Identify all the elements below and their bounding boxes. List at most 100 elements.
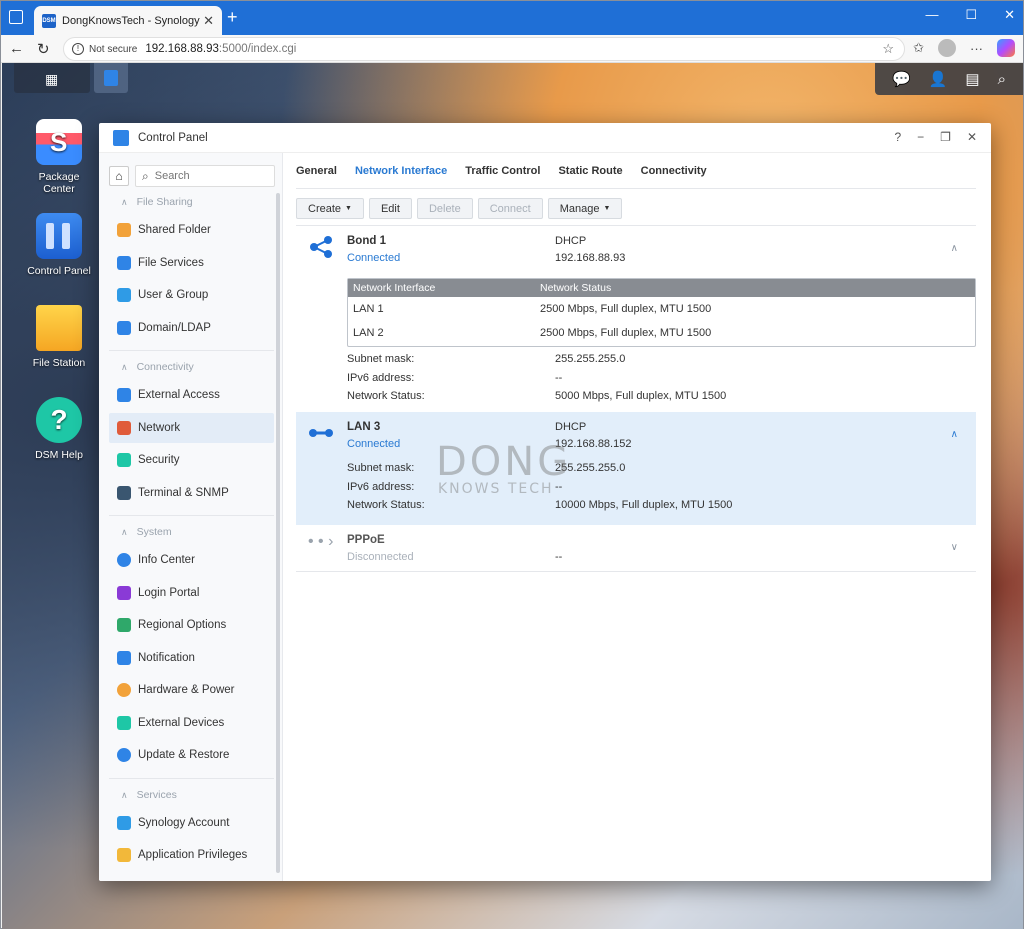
tab-actions-icon[interactable] (9, 10, 23, 24)
regional-icon (117, 618, 131, 632)
window-controls: — ☐ ✕ (925, 7, 1015, 23)
sidebar-item-application-privileges[interactable]: Application Privileges (109, 840, 274, 870)
taskbar-control-panel[interactable] (94, 63, 128, 93)
minimize-icon[interactable]: − (917, 130, 924, 144)
interface-row-bond1[interactable]: Bond 1 Connected DHCP 192.168.88.93 ∧ Ne… (296, 226, 976, 412)
new-tab-icon[interactable]: + (227, 7, 238, 28)
more-icon[interactable]: ··· (970, 41, 983, 56)
create-button[interactable]: Create ▼ (296, 198, 364, 219)
sidebar-item-label: External Devices (138, 717, 225, 729)
sidebar-item-domain-ldap[interactable]: Domain/LDAP (109, 313, 274, 343)
sidebar-item-external-access[interactable]: External Access (109, 380, 274, 410)
tab-static-route[interactable]: Static Route (558, 165, 622, 177)
sidebar-item-shared-folder[interactable]: Shared Folder (109, 215, 274, 245)
connect-button[interactable]: Connect (477, 198, 543, 219)
chevron-down-icon[interactable]: ∨ (951, 542, 958, 553)
desktop-icon-dsm-help[interactable]: ? DSM Help (19, 397, 99, 461)
sidebar-item-network[interactable]: Network (109, 413, 274, 443)
address-bar[interactable]: ! Not secure 192.168.88.93:5000/index.cg… (63, 37, 905, 61)
help-icon[interactable]: ? (894, 130, 901, 144)
section-system[interactable]: ∧ System (99, 521, 275, 543)
desktop-icon-control-panel[interactable]: Control Panel (19, 213, 99, 277)
table-row[interactable]: LAN 1 2500 Mbps, Full duplex, MTU 1500 (348, 297, 975, 321)
sidebar-item-synology-account[interactable]: Synology Account (109, 808, 274, 838)
delete-button[interactable]: Delete (416, 198, 473, 219)
file-station-icon (36, 305, 82, 351)
section-file-sharing[interactable]: ∧ File Sharing (99, 191, 275, 213)
sidebar-item-file-services[interactable]: File Services (109, 248, 274, 278)
search-input[interactable] (154, 170, 255, 182)
sidebar-item-login-portal[interactable]: Login Portal (109, 578, 274, 608)
sidebar-item-security[interactable]: Security (109, 445, 274, 475)
tab-network-interface[interactable]: Network Interface (355, 165, 447, 177)
window-titlebar[interactable]: Control Panel (99, 123, 991, 153)
notification-icon (117, 651, 131, 665)
folder-icon (117, 223, 131, 237)
minimize-icon[interactable]: — (925, 7, 938, 23)
sidebar-item-label: Info Center (138, 554, 195, 566)
sidebar-item-hardware-power[interactable]: Hardware & Power (109, 675, 274, 705)
sidebar-item-terminal-snmp[interactable]: Terminal & SNMP (109, 478, 274, 508)
sidebar-item-notification[interactable]: Notification (109, 643, 274, 673)
network-status-value: 5000 Mbps, Full duplex, MTU 1500 (555, 390, 727, 402)
sidebar-scrollbar[interactable] (276, 193, 280, 873)
control-panel-mini-icon (104, 70, 118, 86)
close-icon[interactable]: ✕ (1004, 7, 1015, 23)
browser-tab[interactable]: DSM DongKnowsTech - Synology NAS ✕ (34, 6, 222, 35)
favorite-star-icon[interactable]: ☆ (882, 41, 894, 57)
close-icon[interactable]: ✕ (967, 130, 977, 144)
desktop-icon-file-station[interactable]: File Station (19, 305, 99, 369)
chevron-up-icon: ∧ (121, 789, 128, 800)
sidebar-item-info-center[interactable]: Info Center (109, 545, 274, 575)
tab-close-icon[interactable]: ✕ (203, 13, 214, 29)
chevron-up-icon[interactable]: ∧ (951, 429, 958, 440)
search-box[interactable]: ⌕ (135, 165, 275, 187)
pppoe-arrow-icon: • • › (308, 533, 334, 550)
widgets-icon[interactable]: ▤ (965, 70, 979, 88)
window-controls: ? − ❐ ✕ (894, 130, 977, 144)
chevron-up-icon[interactable]: ∧ (951, 243, 958, 254)
file-services-icon (117, 256, 131, 270)
sidebar-item-user-group[interactable]: User & Group (109, 280, 274, 310)
sidebar-item-update-restore[interactable]: Update & Restore (109, 740, 274, 770)
favorites-icon[interactable]: ✩ (913, 40, 924, 56)
maximize-icon[interactable]: ❐ (940, 130, 951, 144)
sidebar-item-external-devices[interactable]: External Devices (109, 708, 274, 738)
sidebar-item-label: Notification (138, 652, 195, 664)
sidebar-item-regional-options[interactable]: Regional Options (109, 610, 274, 640)
browser-toolbar: ← ↻ ! Not secure 192.168.88.93:5000/inde… (1, 35, 1023, 63)
tab-connectivity[interactable]: Connectivity (641, 165, 707, 177)
chevron-up-icon: ∧ (121, 361, 128, 372)
interface-row-pppoe[interactable]: • • › PPPoE Disconnected -- ∨ (296, 525, 976, 571)
tab-traffic-control[interactable]: Traffic Control (465, 165, 540, 177)
interface-name: PPPoE (347, 534, 385, 546)
subnet-label: Subnet mask: (347, 353, 415, 365)
user-icon[interactable]: 👤 (929, 70, 948, 88)
search-icon[interactable]: ⌕ (998, 71, 1006, 88)
main-menu-button[interactable]: ▦ (14, 63, 90, 93)
home-icon[interactable]: ⌂ (109, 166, 129, 186)
edit-button[interactable]: Edit (368, 198, 412, 219)
sidebar-item-label: Shared Folder (138, 224, 211, 236)
table-row[interactable]: LAN 2 2500 Mbps, Full duplex, MTU 1500 (348, 321, 975, 345)
profile-avatar[interactable] (938, 39, 956, 57)
desktop-icon-package-center[interactable]: Package Center (19, 119, 99, 195)
section-label: System (136, 526, 172, 538)
reload-icon[interactable]: ↻ (37, 40, 50, 58)
interface-row-lan3[interactable]: LAN 3 Connected DHCP 192.168.88.152 ∧ Su… (296, 412, 976, 525)
lock-icon (117, 848, 131, 862)
interface-name: LAN 3 (347, 421, 381, 433)
manage-button[interactable]: Manage ▼ (547, 198, 623, 219)
interface-status: Connected (347, 252, 401, 264)
maximize-icon[interactable]: ☐ (965, 7, 977, 23)
chat-icon[interactable]: 💬 (892, 70, 911, 88)
tab-general[interactable]: General (296, 165, 337, 177)
domain-icon (117, 321, 131, 335)
system-tray: 💬 👤 ▤ ⌕ (875, 63, 1023, 95)
copilot-icon[interactable] (997, 39, 1015, 57)
back-icon[interactable]: ← (9, 40, 24, 57)
section-services[interactable]: ∧ Services (99, 784, 275, 806)
section-connectivity[interactable]: ∧ Connectivity (99, 356, 275, 378)
toolbar-right: ✩ ··· (913, 39, 1015, 57)
info-icon (117, 553, 131, 567)
